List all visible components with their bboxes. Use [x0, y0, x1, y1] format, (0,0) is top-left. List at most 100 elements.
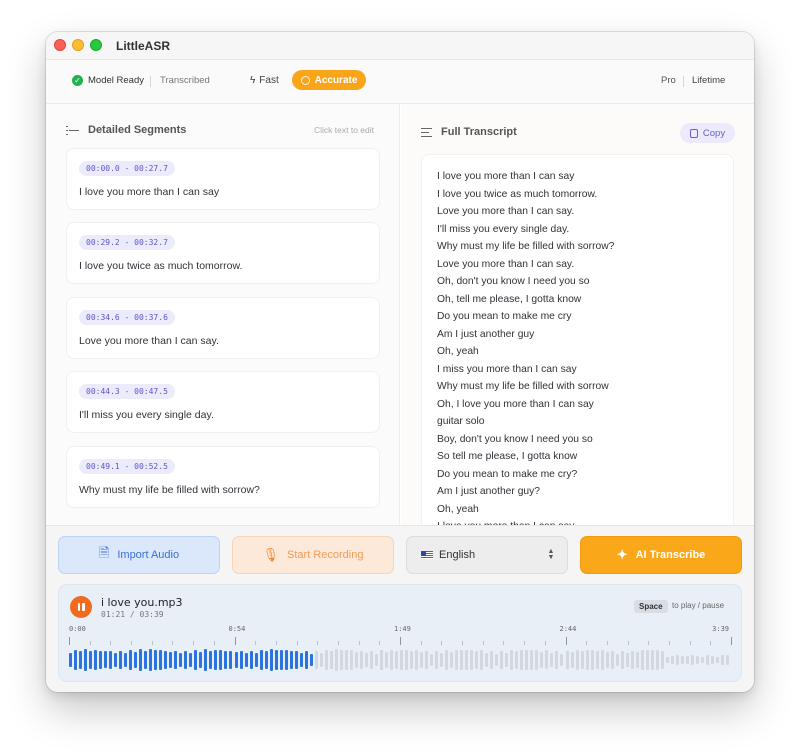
- license-badge: Lifetime: [692, 75, 726, 86]
- waveform-bar: [435, 650, 439, 670]
- waveform-bar: [605, 652, 609, 668]
- import-audio-button[interactable]: 🗎 Import Audio: [58, 536, 220, 574]
- waveform-bar: [490, 650, 494, 670]
- waveform-bar: [615, 653, 619, 667]
- waveform-bar: [635, 651, 639, 669]
- waveform-bar: [550, 653, 554, 667]
- waveform-bar: [84, 649, 88, 671]
- ruler-tick: [482, 641, 484, 645]
- divider: [150, 76, 151, 87]
- waveform-bar: [114, 652, 118, 668]
- waveform-bar: [620, 651, 624, 669]
- waveform-bar: [665, 656, 669, 664]
- waveform-bar: [164, 650, 168, 670]
- text-align-icon: [421, 127, 432, 137]
- lightning-icon: ϟ: [250, 75, 256, 86]
- timeline-tick-label: 2:44: [559, 625, 577, 633]
- segment-card[interactable]: 00:00.0 - 00:27.7 I love you more than I…: [66, 148, 380, 210]
- mode-accurate-button[interactable]: Accurate: [292, 70, 366, 90]
- waveform-bar: [625, 653, 629, 667]
- zoom-window-button[interactable]: [90, 39, 102, 51]
- segment-text[interactable]: I love you twice as much tomorrow.: [79, 260, 242, 272]
- waveform-bar: [324, 649, 328, 671]
- ruler-tick: [586, 641, 588, 645]
- waveform-bar: [264, 651, 268, 669]
- waveform-bar: [354, 651, 358, 669]
- segment-card[interactable]: 00:34.6 - 00:37.6 Love you more than I c…: [66, 297, 380, 359]
- waveform-bar: [580, 650, 584, 670]
- waveform-bar: [660, 651, 664, 669]
- mode-fast-button[interactable]: ϟ Fast: [250, 75, 279, 86]
- waveform-bar: [99, 650, 103, 670]
- segments-title: Detailed Segments: [88, 124, 187, 136]
- start-recording-button[interactable]: 🎙 Start Recording: [232, 536, 394, 574]
- waveform-bar: [369, 651, 373, 669]
- copy-label: Copy: [702, 127, 726, 139]
- waveform-bar: [650, 650, 654, 670]
- transcript-line: Boy, don't you know I need you so: [437, 433, 593, 445]
- ruler-tick: [234, 637, 236, 645]
- minimize-window-button[interactable]: [72, 39, 84, 51]
- ruler-tick: [420, 641, 422, 645]
- waveform-bar: [410, 650, 414, 670]
- waveform-bar: [700, 656, 704, 664]
- ruler-tick: [69, 637, 70, 645]
- segment-text[interactable]: Why must my life be filled with sorrow?: [79, 484, 260, 496]
- waveform-bar: [575, 650, 579, 670]
- ruler-tick: [358, 641, 360, 645]
- shortcut-hint: to play / pause: [672, 601, 725, 610]
- ruler-tick: [255, 641, 257, 645]
- transcript-line: Oh, yeah: [437, 503, 479, 515]
- waveform-bar: [74, 649, 77, 671]
- waveform-bar: [670, 656, 674, 664]
- pause-button[interactable]: [70, 596, 92, 618]
- waveform-bar: [510, 650, 514, 670]
- ruler-tick: [710, 641, 712, 645]
- waveform-bar: [610, 650, 614, 670]
- segment-card[interactable]: 00:44.3 - 00:47.5 I'll miss you every si…: [66, 371, 380, 433]
- waveform-bar: [309, 653, 313, 667]
- segment-time: 00:29.2 - 00:32.7: [79, 235, 175, 250]
- ai-transcribe-button[interactable]: ✦ AI Transcribe: [580, 536, 742, 574]
- waveform-bar: [304, 651, 308, 669]
- waveform-bar: [630, 650, 634, 670]
- language-select[interactable]: English ▲ ▼: [406, 536, 568, 574]
- list-icon: [66, 125, 79, 135]
- waveform-bar: [319, 652, 323, 668]
- waveform-bar: [184, 650, 188, 670]
- timeline-tick-label: 0:00: [69, 625, 86, 633]
- language-value: English: [439, 549, 476, 561]
- segment-text[interactable]: Love you more than I can say.: [79, 335, 219, 347]
- waveform-bar: [685, 656, 689, 664]
- segment-time: 00:44.3 - 00:47.5: [79, 384, 175, 399]
- ruler-tick: [503, 641, 505, 645]
- waveform-scrubber[interactable]: [69, 648, 731, 672]
- waveform-bar: [94, 650, 98, 670]
- transcript-line: Do you mean to make me cry: [437, 311, 572, 322]
- app-window: LittleASR ✓ Model Ready Transcribed ϟ Fa…: [46, 32, 754, 692]
- model-status: ✓ Model Ready: [72, 75, 144, 86]
- waveform-bar: [314, 650, 318, 670]
- check-circle-icon: ✓: [72, 75, 83, 86]
- timeline-ruler[interactable]: [69, 635, 732, 645]
- segment-card[interactable]: 00:49.1 - 00:52.5 Why must my life be fi…: [66, 446, 380, 508]
- timeline-tick-label: 3:39: [712, 625, 729, 633]
- segment-card[interactable]: 00:29.2 - 00:32.7 I love you twice as mu…: [66, 222, 380, 284]
- segment-text[interactable]: I'll miss you every single day.: [79, 409, 214, 421]
- copy-button[interactable]: Copy: [680, 123, 735, 143]
- waveform-bar: [204, 649, 208, 671]
- segment-time: 00:34.6 - 00:37.6: [79, 310, 175, 325]
- segment-text[interactable]: I love you more than I can say: [79, 186, 219, 198]
- transcript-line: Am I just another guy: [437, 328, 535, 340]
- waveform-bar: [284, 650, 288, 670]
- transcript-text-area[interactable]: I love you more than I can say I love you…: [421, 154, 734, 525]
- close-window-button[interactable]: [54, 39, 66, 51]
- control-area: 🗎 Import Audio 🎙 Start Recording English…: [46, 525, 754, 692]
- transcript-line: I love you twice as much tomorrow.: [437, 188, 598, 200]
- ruler-tick: [668, 641, 670, 645]
- waveform-bar: [294, 650, 298, 670]
- waveform-bar: [680, 656, 684, 664]
- file-audio-icon: 🗎: [98, 545, 110, 560]
- ruler-tick: [172, 641, 174, 645]
- waveform-bar: [530, 650, 534, 670]
